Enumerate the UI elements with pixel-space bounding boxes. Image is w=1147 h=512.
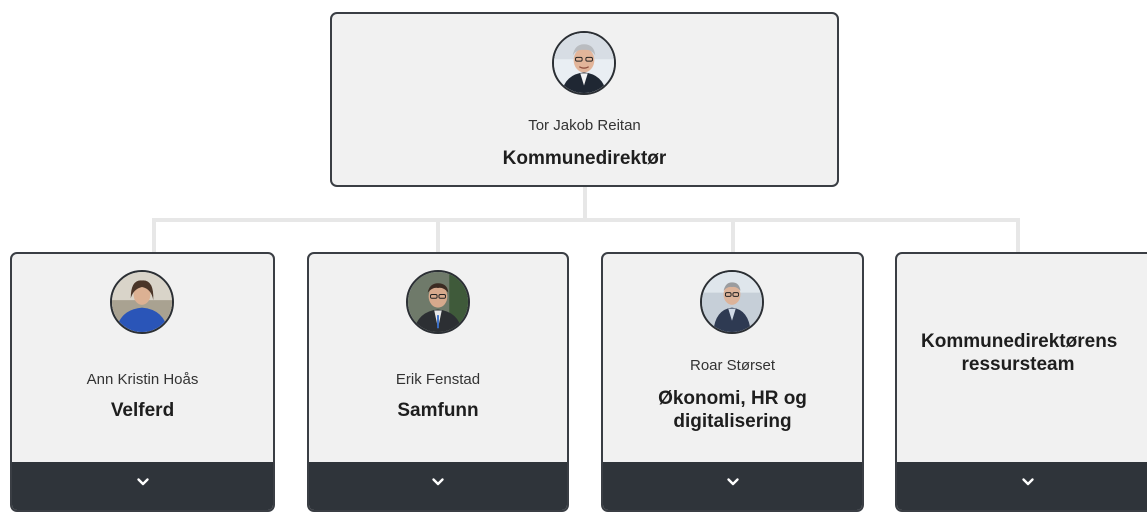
expand-button[interactable]: [603, 462, 862, 510]
role-title: Kommunedirektørens ressursteam: [921, 331, 1118, 375]
org-connector-vertical-root: [583, 186, 587, 220]
avatar: [110, 270, 174, 334]
person-name: Roar Størset: [689, 357, 776, 374]
org-card-velferd[interactable]: Ann Kristin Hoås Velferd: [10, 252, 275, 512]
expand-button[interactable]: [309, 462, 567, 510]
person-portrait: [702, 272, 762, 332]
person-name: Erik Fenstad: [395, 371, 481, 388]
role-title: Samfunn: [397, 400, 479, 421]
avatar: [552, 31, 616, 95]
role-title: Velferd: [110, 400, 175, 421]
person-portrait: [112, 272, 172, 332]
person-name: Ann Kristin Hoås: [86, 371, 199, 388]
org-connector-vertical-2: [436, 218, 440, 254]
role-title: Økonomi, HR og digitalisering: [658, 388, 807, 432]
org-connector-horizontal: [152, 218, 1020, 222]
expand-button[interactable]: [897, 462, 1147, 510]
avatar: [406, 270, 470, 334]
org-card-root[interactable]: Tor Jakob Reitan Kommunedirektør: [330, 12, 839, 187]
org-card-samfunn[interactable]: Erik Fenstad Samfunn: [307, 252, 569, 512]
expand-button[interactable]: [12, 462, 273, 510]
person-name: Tor Jakob Reitan: [528, 117, 641, 134]
chevron-down-icon: [431, 476, 445, 488]
org-connector-vertical-4: [1016, 218, 1020, 254]
person-portrait: [408, 272, 468, 332]
chevron-down-icon: [136, 476, 150, 488]
org-card-ressursteam[interactable]: Kommunedirektørens ressursteam: [895, 252, 1147, 512]
org-card-okonomi[interactable]: Roar Størset Økonomi, HR og digitaliseri…: [601, 252, 864, 512]
avatar: [700, 270, 764, 334]
person-portrait: [554, 33, 614, 93]
role-title: Kommunedirektør: [502, 148, 667, 169]
chevron-down-icon: [1021, 476, 1035, 488]
org-connector-vertical-1: [152, 218, 156, 254]
chevron-down-icon: [726, 476, 740, 488]
org-connector-vertical-3: [731, 218, 735, 254]
